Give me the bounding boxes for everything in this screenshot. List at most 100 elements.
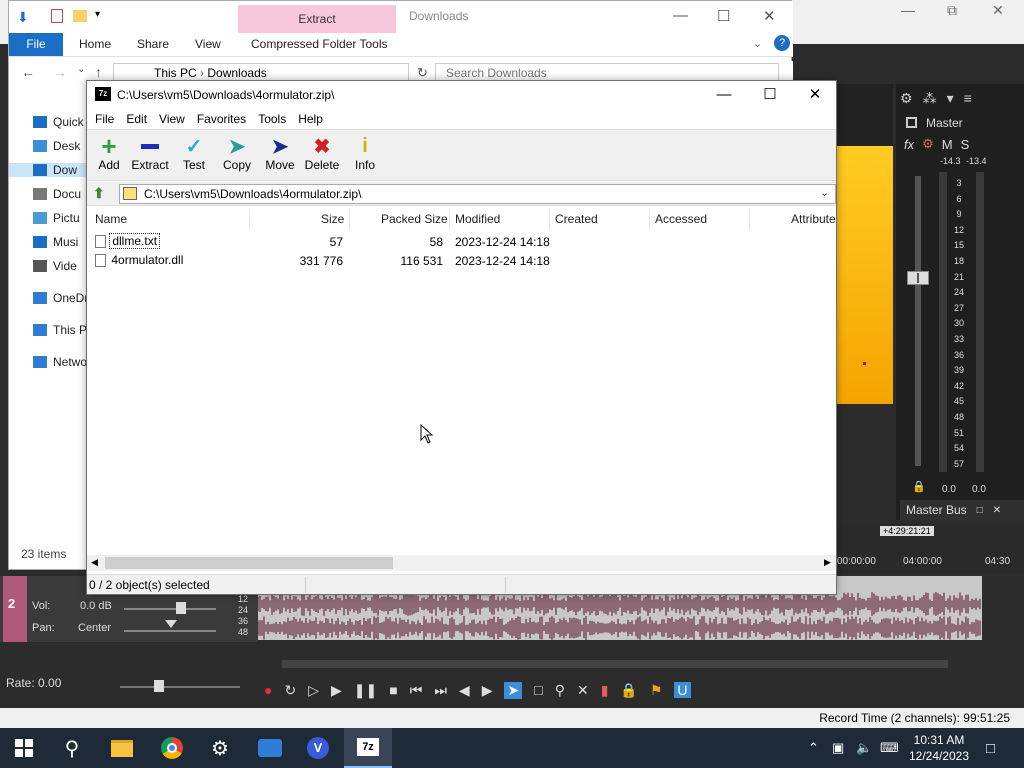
delete-tool-icon[interactable]: ✕: [577, 682, 589, 699]
sevenzip-minimize-button[interactable]: —: [701, 84, 747, 106]
delete-button[interactable]: ✖ Delete: [300, 134, 344, 173]
copy-button[interactable]: ➤ Copy: [215, 134, 259, 173]
back-icon[interactable]: ←: [21, 64, 35, 80]
properties-icon[interactable]: [51, 9, 63, 23]
col-attribute[interactable]: Attribute: [791, 212, 836, 226]
fx-button[interactable]: fx: [904, 137, 914, 152]
sevenzip-hscroll-thumb[interactable]: [105, 557, 393, 569]
settings-icon[interactable]: ⚙: [196, 728, 244, 768]
mute-button[interactable]: M: [942, 137, 953, 152]
audio-event-top[interactable]: [837, 576, 982, 592]
col-separator[interactable]: [449, 209, 450, 229]
forward-icon[interactable]: →: [53, 64, 67, 80]
nav-item[interactable]: Docu: [33, 187, 81, 201]
keyboard-icon[interactable]: ⌨: [880, 740, 899, 756]
ribbon-tab-view[interactable]: View: [195, 37, 221, 51]
play-icon[interactable]: ▶: [331, 682, 342, 699]
speaker-icon[interactable]: ▾: [947, 90, 954, 107]
fx-gear-icon[interactable]: ⚙: [922, 136, 934, 152]
col-modified[interactable]: Modified: [455, 212, 500, 226]
people-icon[interactable]: [246, 728, 294, 768]
qat-dropdown-icon[interactable]: ▾: [95, 9, 100, 20]
pause-icon[interactable]: ❚❚: [354, 682, 377, 699]
pan-slider-knob[interactable]: [165, 620, 177, 628]
breadcrumb-this-pc[interactable]: This PC: [154, 66, 197, 80]
volume-muted-icon[interactable]: 🔈: [856, 740, 872, 756]
add-button[interactable]: + Add: [87, 131, 131, 173]
nav-item[interactable]: Netwo: [33, 355, 87, 369]
search-icon[interactable]: ⚲: [48, 728, 96, 768]
start-icon[interactable]: [0, 728, 48, 768]
next-icon[interactable]: ⏭: [434, 682, 447, 699]
contextual-extract-tab[interactable]: Extract: [238, 5, 396, 33]
nav-item[interactable]: Desk: [33, 139, 80, 153]
select-tool-icon[interactable]: □: [534, 682, 542, 698]
record-icon[interactable]: ●: [264, 682, 272, 698]
sliders-icon[interactable]: ≡: [964, 90, 972, 106]
dock-icon[interactable]: □: [977, 505, 983, 516]
zoom-tool-icon[interactable]: ⚲: [555, 682, 565, 699]
gear-icon[interactable]: ⚙: [900, 90, 913, 107]
col-size[interactable]: Size: [321, 212, 344, 226]
prev-icon[interactable]: ⏮: [410, 682, 423, 699]
lock-tool-icon[interactable]: 🔒: [620, 682, 637, 699]
explorer-minimize-button[interactable]: —: [673, 7, 688, 24]
file-row[interactable]: dllme.txt: [95, 233, 161, 249]
scroll-left-icon[interactable]: ◀: [91, 557, 98, 568]
chrome-icon[interactable]: [148, 728, 196, 768]
new-folder-icon[interactable]: [73, 10, 87, 22]
file-explorer-icon[interactable]: [98, 728, 146, 768]
master-checkbox[interactable]: [906, 117, 917, 128]
audio-waveform[interactable]: [258, 592, 982, 640]
recent-dropdown-icon[interactable]: ⌄: [77, 64, 85, 75]
file-row[interactable]: 4ormulator.dll: [95, 253, 185, 268]
snap-icon[interactable]: U: [674, 682, 691, 698]
test-button[interactable]: ✓ Test: [172, 134, 216, 173]
timeline-scrollbar[interactable]: [258, 656, 1024, 672]
refresh-icon[interactable]: ↻: [417, 65, 428, 81]
notifications-icon[interactable]: □: [986, 740, 995, 757]
sparkle-icon[interactable]: ⁂: [923, 90, 937, 107]
vegas-restore-button[interactable]: ⧉: [936, 2, 968, 22]
vol-slider[interactable]: [124, 608, 216, 610]
track-number[interactable]: 2: [3, 576, 27, 642]
rate-slider[interactable]: [120, 686, 240, 688]
explorer-close-button[interactable]: ✕: [763, 7, 776, 25]
network-icon[interactable]: ▣: [832, 740, 844, 756]
pan-slider[interactable]: [124, 630, 216, 632]
move-button[interactable]: ➤ Move: [258, 134, 302, 173]
nav-item[interactable]: OneDr: [33, 291, 88, 305]
menu-tools[interactable]: Tools: [252, 109, 292, 129]
extract-button[interactable]: Extract: [128, 134, 172, 172]
solo-button[interactable]: S: [961, 137, 970, 152]
breadcrumb-downloads[interactable]: Downloads: [207, 66, 266, 80]
scroll-right-icon[interactable]: ▶: [824, 557, 831, 568]
master-fader-knob[interactable]: [907, 271, 929, 285]
col-created[interactable]: Created: [555, 212, 598, 226]
vol-slider-knob[interactable]: [176, 602, 186, 614]
lock-icon[interactable]: 🔒: [912, 480, 926, 493]
menu-edit[interactable]: Edit: [120, 109, 153, 129]
close-bus-icon[interactable]: ✕: [993, 505, 1001, 516]
prev-frame-icon[interactable]: ◀: [459, 682, 470, 699]
nav-item[interactable]: Pictu: [33, 211, 80, 225]
path-dropdown-icon[interactable]: ⌄: [820, 186, 829, 199]
ribbon-tab-share[interactable]: Share: [137, 37, 169, 51]
vegas-close-button[interactable]: ✕: [982, 2, 1014, 22]
rate-slider-knob[interactable]: [154, 680, 164, 692]
sevenzip-icon[interactable]: 7z: [344, 728, 392, 768]
ribbon-expand-icon[interactable]: ⌄: [753, 37, 762, 50]
marker-icon[interactable]: ⚑: [650, 682, 663, 699]
vegas-minimize-button[interactable]: —: [892, 2, 924, 22]
sevenzip-path-input[interactable]: C:\Users\vm5\Downloads\4ormulator.zip\: [119, 184, 836, 204]
ribbon-tab-home[interactable]: Home: [79, 37, 111, 51]
master-fader-track[interactable]: [915, 176, 921, 466]
col-separator[interactable]: [249, 209, 250, 229]
nav-item[interactable]: Vide: [33, 259, 77, 273]
nav-item[interactable]: Musi: [33, 235, 78, 249]
next-frame-icon[interactable]: ▶: [482, 682, 493, 699]
info-button[interactable]: i Info: [343, 134, 387, 173]
menu-favorites[interactable]: Favorites: [191, 109, 252, 129]
folder-up-icon[interactable]: ⬆: [93, 185, 111, 203]
menu-view[interactable]: View: [153, 109, 191, 129]
